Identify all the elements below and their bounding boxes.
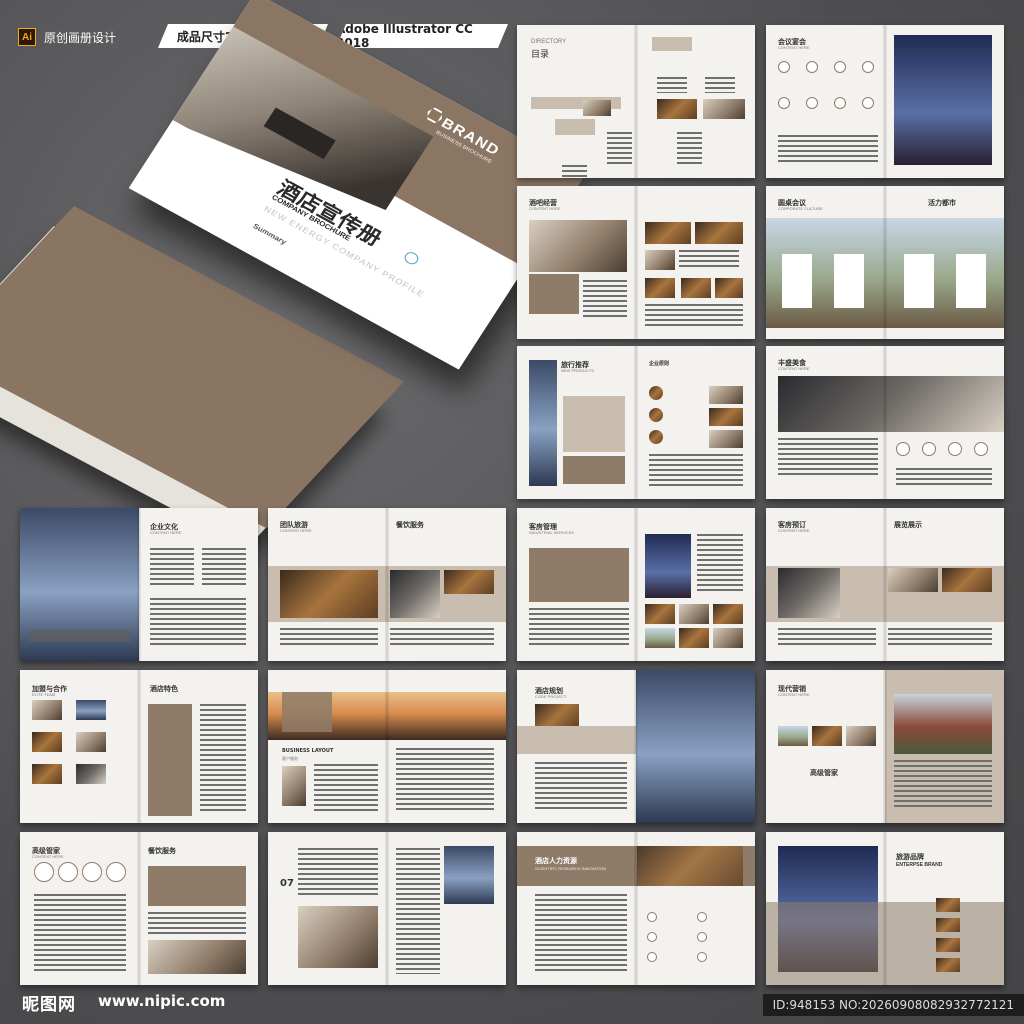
spread-hr: 酒店人力资源 SCIENTIFIC RESEARCH INNOVATION: [517, 832, 755, 985]
watermark-url[interactable]: www.nipic.com: [98, 992, 225, 1010]
spread-booking: 客房预订 CONTENT HERE 展览展示: [766, 508, 1004, 661]
spread-food: 丰盛美食 CONTENT HERE: [766, 346, 1004, 499]
spread-partner: 加盟与合作 ELITE TEAM 酒店特色: [20, 670, 258, 823]
spread-room-management: 客房管理 INDUSTRIAL SERVICES: [517, 508, 755, 661]
spread-bar: 酒吧经营 CONTENT HERE: [517, 186, 755, 339]
spread-07: 07: [268, 832, 506, 985]
spread-brand: 旅游品牌 ENTERPSE BRAND: [766, 832, 1004, 985]
illustrator-icon: Ai: [18, 28, 36, 46]
footer: 昵图网 www.nipic.com ID:948153 NO:202609080…: [0, 984, 1024, 1024]
spread-business-layout: BUSINESS LAYOUT 客户服务: [268, 670, 506, 823]
spread-meeting: 会议宴会 CONTENT HERE: [766, 25, 1004, 178]
spread-roundtable: 圆桌会议 CORPORATE CULTURE 活力都市: [766, 186, 1004, 339]
spread-travel: 旅行推荐 NEW PRODUCTS 企业原则: [517, 346, 755, 499]
spread-directory: DIRECTORY 目录: [517, 25, 755, 178]
spread-butler: 高级管家 CONTENT HERE 餐饮服务: [20, 832, 258, 985]
top-bar: Ai 原创画册设计: [18, 26, 116, 48]
software-tag: Adobe Illustrator CC 2018: [336, 24, 508, 48]
cover-mockup: BRAND BUSINESS BROCHURE 酒店宣传册 COMPANY BR…: [0, 0, 586, 549]
spread-team-travel: 团队旅游 CONTENT HERE 餐饮服务: [268, 508, 506, 661]
spread-marketing: 现代营销 CONTENT HERE 高级管家: [766, 670, 1004, 823]
cover: BRAND BUSINESS BROCHURE 酒店宣传册 COMPANY BR…: [32, 0, 586, 456]
spread-culture: 企业文化 CONTENT HERE: [20, 508, 258, 661]
image-id: ID:948153 NO:20260908082932772121: [762, 994, 1024, 1016]
watermark-site: 昵图网: [22, 995, 76, 1015]
original-design-label: 原创画册设计: [44, 30, 117, 45]
spread-hotel-plan: 酒店规划 CODE PROJECT: [517, 670, 755, 823]
